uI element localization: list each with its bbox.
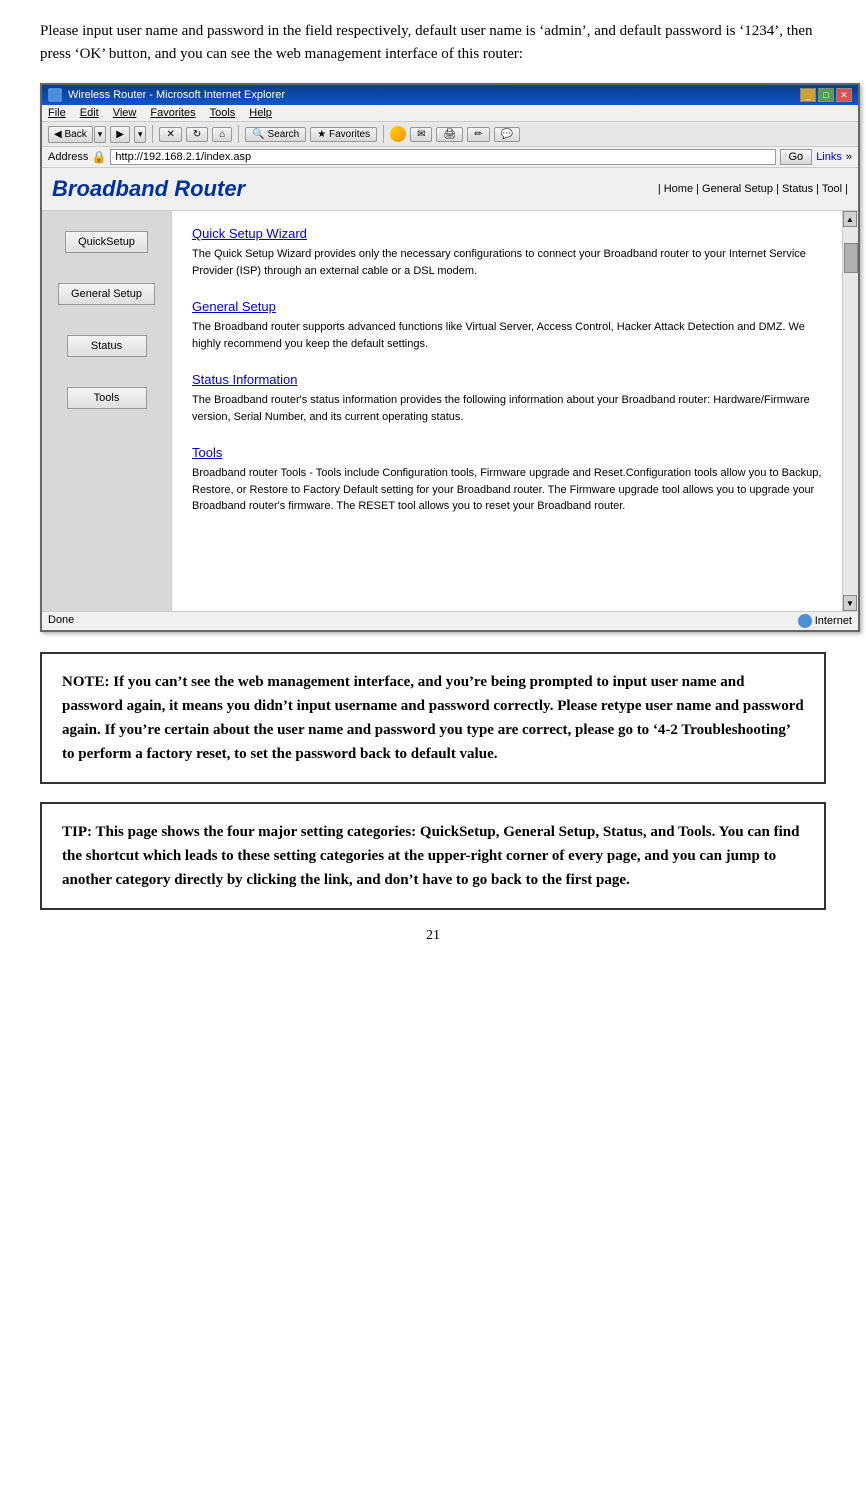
section-generalsetup: General Setup The Broadband router suppo… — [192, 299, 834, 352]
minimize-button[interactable]: _ — [800, 88, 816, 102]
intro-paragraph: Please input user name and password in t… — [40, 20, 826, 65]
toolbar-sep-2 — [238, 125, 239, 143]
toolbar-sep-1 — [152, 125, 153, 143]
stop-button[interactable]: ✕ — [159, 127, 181, 142]
browser-titlebar: Wireless Router - Microsoft Internet Exp… — [42, 85, 858, 105]
note-text: NOTE: If you can’t see the web managemen… — [62, 670, 804, 766]
search-button[interactable]: 🔍 Search — [245, 127, 306, 142]
links-label[interactable]: Links — [816, 151, 842, 163]
close-button[interactable]: ✕ — [836, 88, 852, 102]
titlebar-left: Wireless Router - Microsoft Internet Exp… — [48, 88, 285, 102]
status-internet: Internet — [798, 614, 852, 628]
section-status-title[interactable]: Status Information — [192, 372, 834, 387]
back-forward-group: ◀ Back ▾ — [48, 126, 106, 143]
favorites-button[interactable]: ★ Favorites — [310, 127, 377, 142]
menu-file[interactable]: File — [48, 107, 66, 119]
refresh-button[interactable]: ↻ — [186, 127, 208, 142]
router-brand: Broadband Router — [52, 176, 245, 202]
address-input[interactable] — [110, 149, 775, 165]
browser-window: Wireless Router - Microsoft Internet Exp… — [40, 83, 860, 632]
section-status: Status Information The Broadband router'… — [192, 372, 834, 425]
content-scrollbar[interactable]: ▲ ▼ — [842, 211, 858, 611]
section-quicksetup: Quick Setup Wizard The Quick Setup Wizar… — [192, 226, 834, 279]
lock-icon: 🔒 — [92, 150, 106, 164]
menu-help[interactable]: Help — [249, 107, 272, 119]
browser-icon — [48, 88, 62, 102]
print-button[interactable]: 🖨 — [436, 127, 463, 142]
forward-button[interactable]: ▶ — [110, 126, 130, 143]
links-arrow: » — [846, 151, 852, 163]
scrollbar-down[interactable]: ▼ — [843, 595, 857, 611]
status-text: Done — [48, 614, 74, 628]
section-tools-title[interactable]: Tools — [192, 445, 834, 460]
section-status-text: The Broadband router's status informatio… — [192, 392, 834, 425]
browser-statusbar: Done Internet — [42, 611, 858, 630]
internet-label: Internet — [815, 615, 852, 627]
router-header: Broadband Router | Home | General Setup … — [42, 168, 858, 211]
page-number: 21 — [40, 928, 826, 944]
router-page: Broadband Router | Home | General Setup … — [42, 168, 858, 630]
menu-favorites[interactable]: Favorites — [150, 107, 195, 119]
address-label: Address — [48, 151, 88, 163]
tip-text: TIP: This page shows the four major sett… — [62, 820, 804, 892]
scrollbar-thumb[interactable] — [844, 243, 858, 273]
browser-title: Wireless Router - Microsoft Internet Exp… — [68, 89, 285, 101]
router-sidebar: QuickSetup General Setup Status Tools — [42, 211, 172, 611]
menu-tools[interactable]: Tools — [210, 107, 236, 119]
tools-button[interactable]: Tools — [67, 387, 147, 409]
menu-view[interactable]: View — [113, 107, 137, 119]
section-generalsetup-text: The Broadband router supports advanced f… — [192, 319, 834, 352]
section-tools: Tools Broadband router Tools - Tools inc… — [192, 445, 834, 515]
home-button[interactable]: ⌂ — [212, 127, 232, 142]
quicksetup-button[interactable]: QuickSetup — [65, 231, 148, 253]
section-quicksetup-title[interactable]: Quick Setup Wizard — [192, 226, 834, 241]
address-bar: Address 🔒 Go Links » — [42, 147, 858, 168]
browser-controls: _ □ ✕ — [800, 88, 852, 102]
toolbar-sep-3 — [383, 125, 384, 143]
section-generalsetup-title[interactable]: General Setup — [192, 299, 834, 314]
browser-menubar: File Edit View Favorites Tools Help — [42, 105, 858, 122]
status-button[interactable]: Status — [67, 335, 147, 357]
messenger-button[interactable]: 💬 — [494, 127, 520, 142]
router-nav-links: | Home | General Setup | Status | Tool | — [658, 183, 848, 195]
back-dropdown[interactable]: ▾ — [94, 126, 107, 143]
section-tools-text: Broadband router Tools - Tools include C… — [192, 465, 834, 515]
media-icon — [390, 126, 406, 142]
back-button[interactable]: ◀ Back — [48, 126, 93, 143]
forward-dropdown[interactable]: ▾ — [134, 126, 147, 143]
note-box: NOTE: If you can’t see the web managemen… — [40, 652, 826, 784]
generalsetup-button[interactable]: General Setup — [58, 283, 155, 305]
menu-edit[interactable]: Edit — [80, 107, 99, 119]
router-body: QuickSetup General Setup Status Tools Qu… — [42, 211, 858, 611]
tip-box: TIP: This page shows the four major sett… — [40, 802, 826, 910]
mail-button[interactable]: ✉ — [410, 127, 432, 142]
router-content: Quick Setup Wizard The Quick Setup Wizar… — [172, 211, 858, 611]
scrollbar-up[interactable]: ▲ — [843, 211, 857, 227]
content-area-wrapper: Quick Setup Wizard The Quick Setup Wizar… — [172, 211, 858, 611]
browser-toolbar: ◀ Back ▾ ▶ ▾ ✕ ↻ ⌂ 🔍 Search ★ Favorites … — [42, 122, 858, 147]
edit-page-button[interactable]: ✏ — [467, 127, 489, 142]
section-quicksetup-text: The Quick Setup Wizard provides only the… — [192, 246, 834, 279]
maximize-button[interactable]: □ — [818, 88, 834, 102]
go-button[interactable]: Go — [780, 149, 813, 165]
internet-icon — [798, 614, 812, 628]
